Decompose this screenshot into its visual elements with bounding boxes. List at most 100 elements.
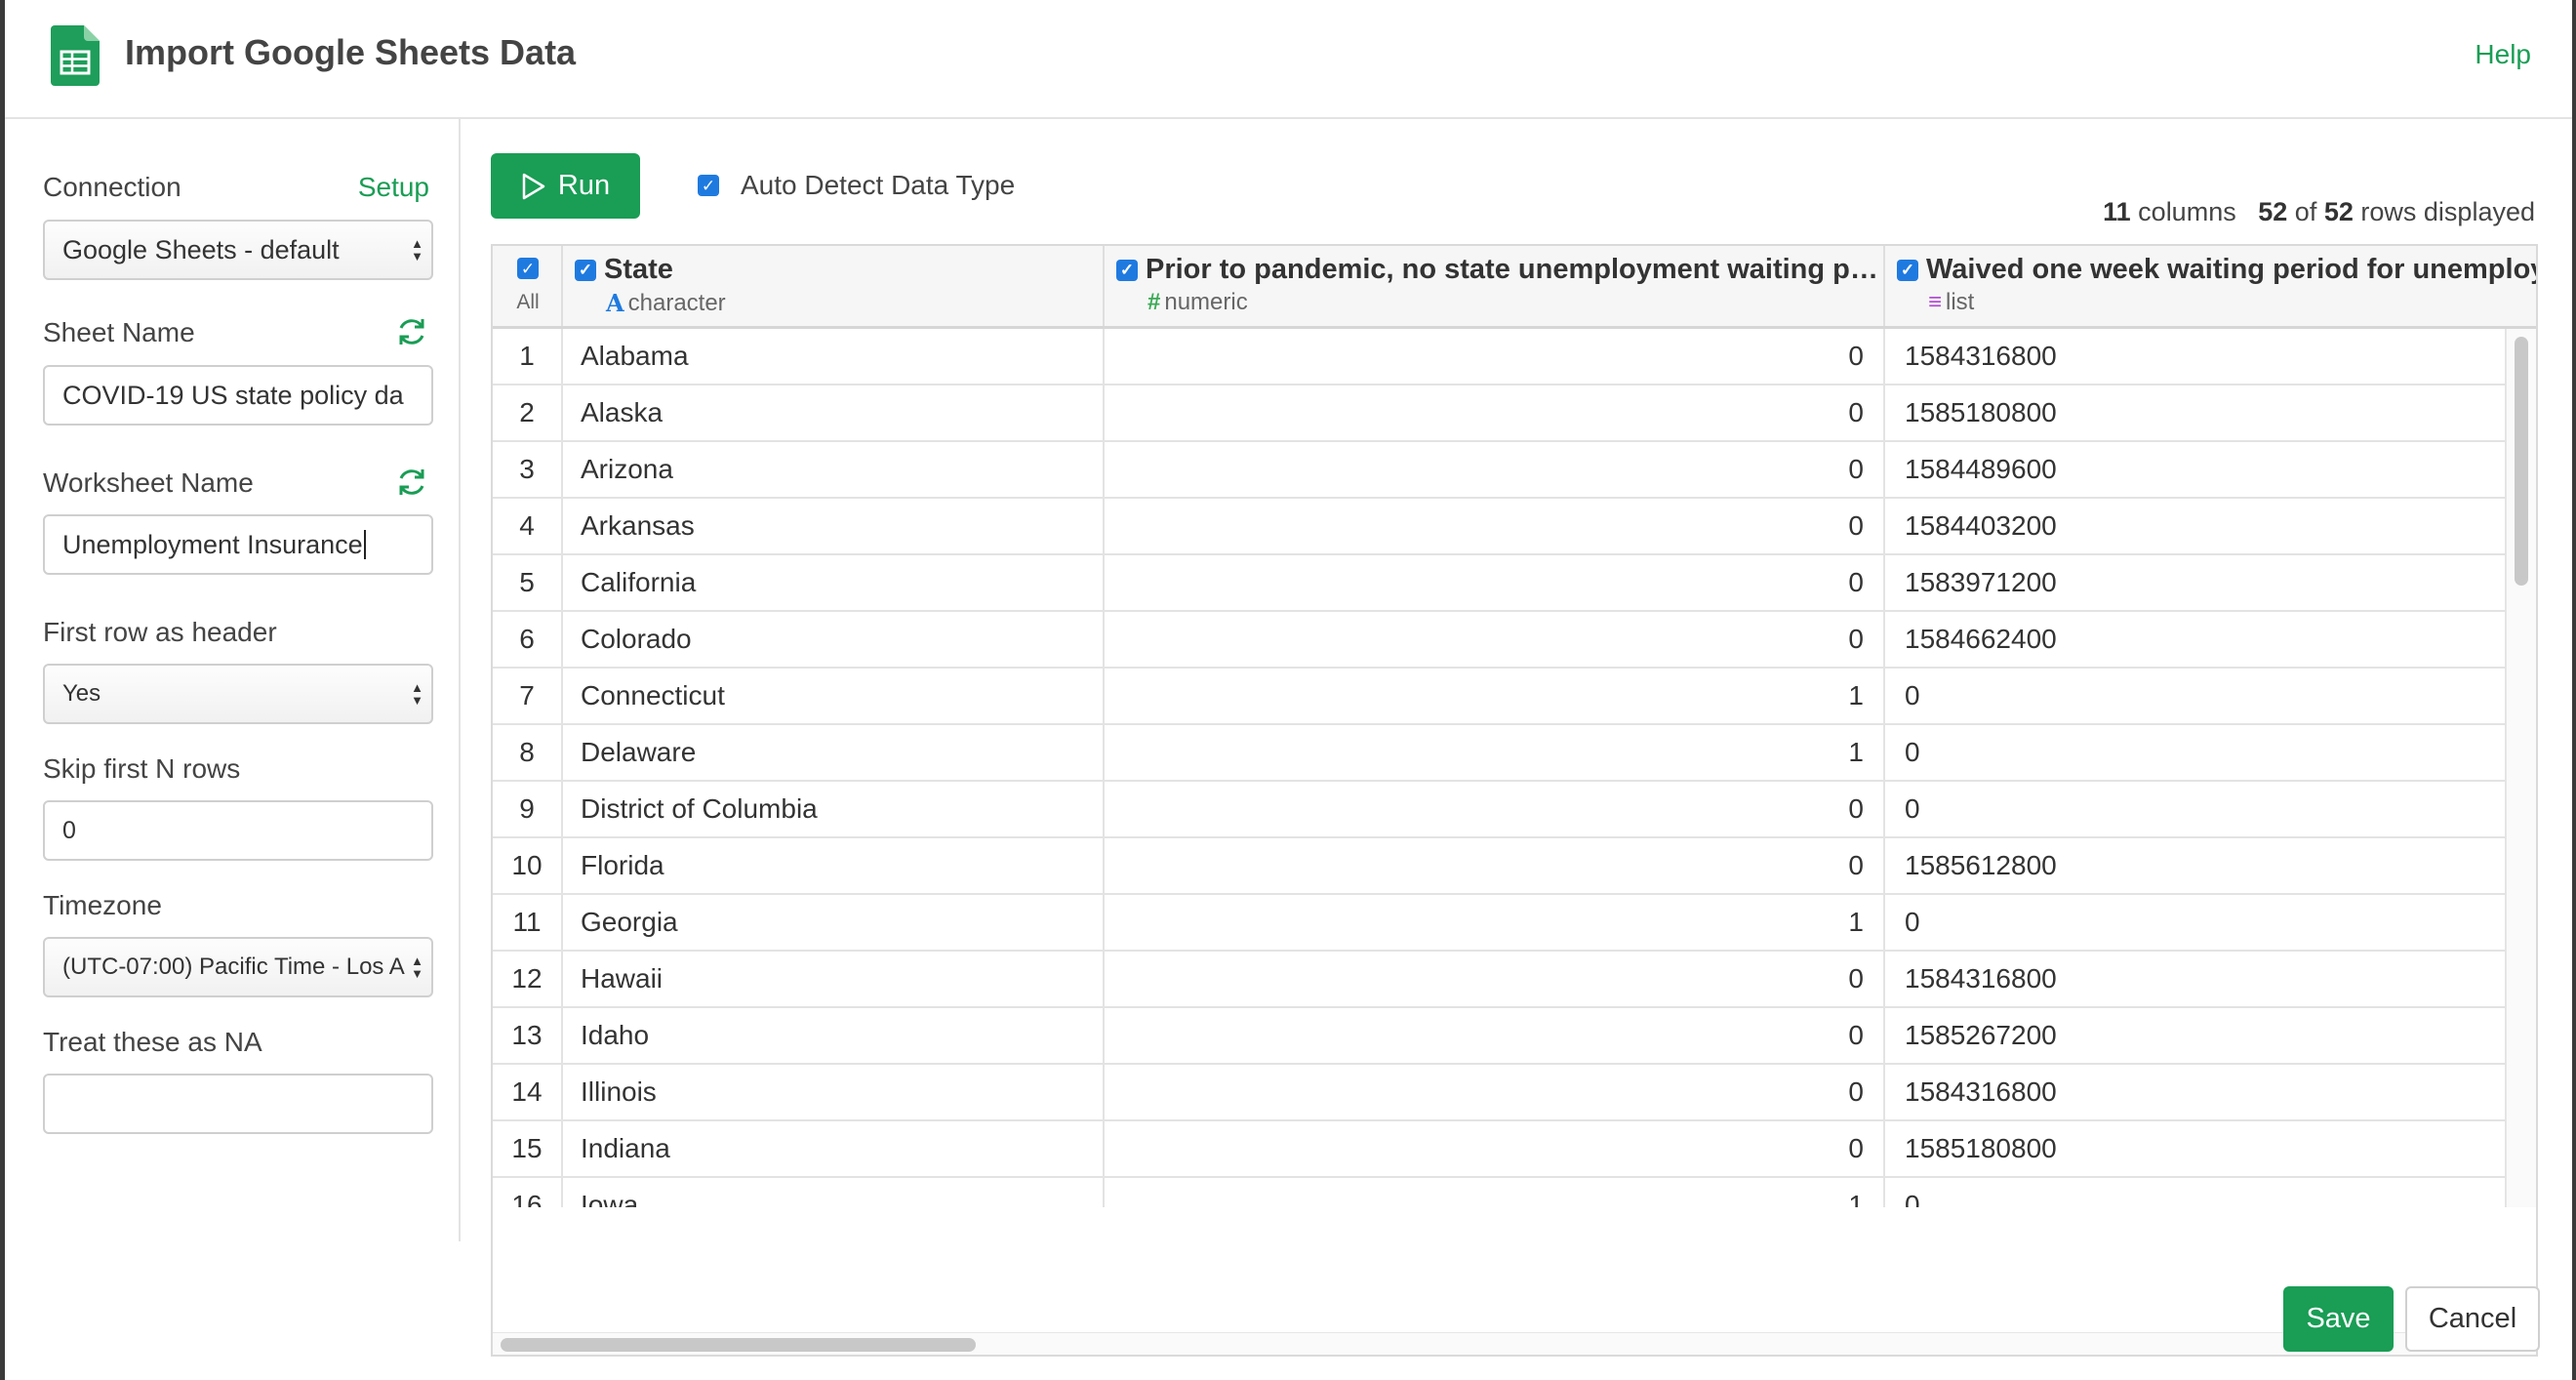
select-all-checkbox[interactable]: ✓ (517, 258, 539, 279)
row-index: 16 (493, 1178, 563, 1207)
state-cell: Indiana (563, 1121, 1105, 1176)
prior-cell: 0 (1105, 329, 1885, 384)
refresh-worksheet-icon[interactable] (394, 465, 429, 500)
horizontal-scroll-thumb[interactable] (501, 1338, 976, 1352)
column-type: character (627, 289, 726, 316)
table-row[interactable]: 4 Arkansas 0 1584403200 (493, 499, 2507, 555)
prior-cell: 0 (1105, 1121, 1885, 1176)
row-index: 15 (493, 1121, 563, 1176)
worksheet-name-input[interactable]: Unemployment Insurance (43, 514, 433, 575)
state-cell: Iowa (563, 1178, 1105, 1207)
column-checkbox-prior[interactable]: ✓ (1116, 259, 1138, 281)
column-checkbox-state[interactable]: ✓ (575, 259, 596, 281)
table-row[interactable]: 7 Connecticut 1 0 (493, 669, 2507, 725)
row-index: 5 (493, 555, 563, 610)
table-row[interactable]: 6 Colorado 0 1584662400 (493, 612, 2507, 669)
vertical-scroll-thumb[interactable] (2515, 337, 2528, 586)
worksheet-name-label: Worksheet Name (43, 467, 254, 498)
setup-link[interactable]: Setup (358, 172, 429, 203)
table-row[interactable]: 3 Arizona 0 1584489600 (493, 442, 2507, 499)
waived-cell: 1584316800 (1885, 329, 2507, 384)
table-row[interactable]: 15 Indiana 0 1585180800 (493, 1121, 2507, 1178)
table-row[interactable]: 10 Florida 0 1585612800 (493, 838, 2507, 895)
waived-cell: 0 (1885, 1178, 2507, 1207)
save-button[interactable]: Save (2283, 1286, 2394, 1352)
table-row[interactable]: 8 Delaware 1 0 (493, 725, 2507, 782)
waived-cell: 1584403200 (1885, 499, 2507, 553)
column-header-waived[interactable]: ✓ Waived one week waiting period for unem… (1885, 246, 2536, 326)
state-cell: Connecticut (563, 669, 1105, 723)
row-index: 12 (493, 952, 563, 1006)
na-input[interactable] (43, 1074, 433, 1134)
columns-word: columns (2138, 197, 2236, 226)
waived-cell: 1584662400 (1885, 612, 2507, 667)
table-row[interactable]: 2 Alaska 0 1585180800 (493, 386, 2507, 442)
skip-rows-label: Skip first N rows (43, 753, 241, 784)
numeric-type-icon: # (1147, 289, 1161, 315)
state-cell: District of Columbia (563, 782, 1105, 836)
state-cell: Hawaii (563, 952, 1105, 1006)
prior-cell: 0 (1105, 952, 1885, 1006)
row-index: 11 (493, 895, 563, 950)
timezone-value: (UTC-07:00) Pacific Time - Los A (62, 954, 405, 980)
select-all-header: ✓ All (493, 246, 563, 326)
state-cell: Colorado (563, 612, 1105, 667)
row-index: 7 (493, 669, 563, 723)
row-index: 8 (493, 725, 563, 780)
sheet-name-input[interactable]: COVID-19 US state policy da (43, 365, 433, 426)
prior-cell: 1 (1105, 669, 1885, 723)
connection-select-value: Google Sheets - default (62, 234, 340, 264)
table-row[interactable]: 5 California 0 1583971200 (493, 555, 2507, 612)
prior-cell: 0 (1105, 1065, 1885, 1119)
first-row-header-label: First row as header (43, 617, 277, 647)
column-header-state[interactable]: ✓ State Acharacter (563, 246, 1105, 326)
waived-cell: 1585180800 (1885, 1121, 2507, 1176)
connection-select[interactable]: Google Sheets - default ▲ ▼ (43, 220, 433, 280)
row-index: 10 (493, 838, 563, 893)
skip-rows-input[interactable]: 0 (43, 800, 433, 861)
table-row[interactable]: 1 Alabama 0 1584316800 (493, 329, 2507, 386)
waived-cell: 0 (1885, 669, 2507, 723)
column-checkbox-waived[interactable]: ✓ (1897, 259, 1918, 281)
row-index: 14 (493, 1065, 563, 1119)
state-cell: Idaho (563, 1008, 1105, 1063)
table-row[interactable]: 11 Georgia 1 0 (493, 895, 2507, 952)
column-header-prior[interactable]: ✓ Prior to pandemic, no state unemploymen… (1105, 246, 1885, 326)
auto-detect-checkbox[interactable]: ✓ (698, 175, 719, 196)
table-row[interactable]: 16 Iowa 1 0 (493, 1178, 2507, 1207)
state-cell: California (563, 555, 1105, 610)
waived-cell: 1583971200 (1885, 555, 2507, 610)
text-cursor (363, 530, 366, 559)
rows-total: 52 (2323, 197, 2354, 226)
refresh-sheet-icon[interactable] (394, 314, 429, 349)
auto-detect-toggle[interactable]: ✓ Auto Detect Data Type (698, 170, 1015, 201)
first-row-header-select[interactable]: Yes ▲ ▼ (43, 664, 433, 724)
connection-label: Connection (43, 172, 181, 202)
prior-cell: 0 (1105, 1008, 1885, 1063)
help-link[interactable]: Help (2475, 39, 2531, 70)
select-arrows-icon: ▲ ▼ (411, 236, 423, 264)
run-button-label: Run (557, 170, 611, 201)
column-type: numeric (1164, 289, 1248, 315)
table-row[interactable]: 12 Hawaii 0 1584316800 (493, 952, 2507, 1008)
cancel-button[interactable]: Cancel (2405, 1286, 2540, 1352)
settings-sidebar: Connection Setup Google Sheets - default… (5, 119, 461, 1241)
import-dialog: Import Google Sheets Data Help Connectio… (0, 0, 2576, 1380)
table-row[interactable]: 13 Idaho 0 1585267200 (493, 1008, 2507, 1065)
google-sheets-icon (51, 25, 100, 86)
preview-area: Run ✓ Auto Detect Data Type 11 columns 5… (461, 119, 2572, 1357)
waived-cell: 0 (1885, 725, 2507, 780)
select-arrows-icon: ▲ ▼ (411, 954, 423, 981)
prior-cell: 0 (1105, 442, 1885, 497)
table-row[interactable]: 9 District of Columbia 0 0 (493, 782, 2507, 838)
row-index: 4 (493, 499, 563, 553)
state-cell: Arizona (563, 442, 1105, 497)
vertical-scrollbar[interactable] (2506, 329, 2536, 1207)
table-row[interactable]: 14 Illinois 0 1584316800 (493, 1065, 2507, 1121)
state-cell: Illinois (563, 1065, 1105, 1119)
waived-cell: 1585180800 (1885, 386, 2507, 440)
state-cell: Georgia (563, 895, 1105, 950)
timezone-select[interactable]: (UTC-07:00) Pacific Time - Los A ▲ ▼ (43, 937, 433, 997)
horizontal-scrollbar[interactable] (493, 1332, 2536, 1355)
run-button[interactable]: Run (491, 153, 640, 219)
